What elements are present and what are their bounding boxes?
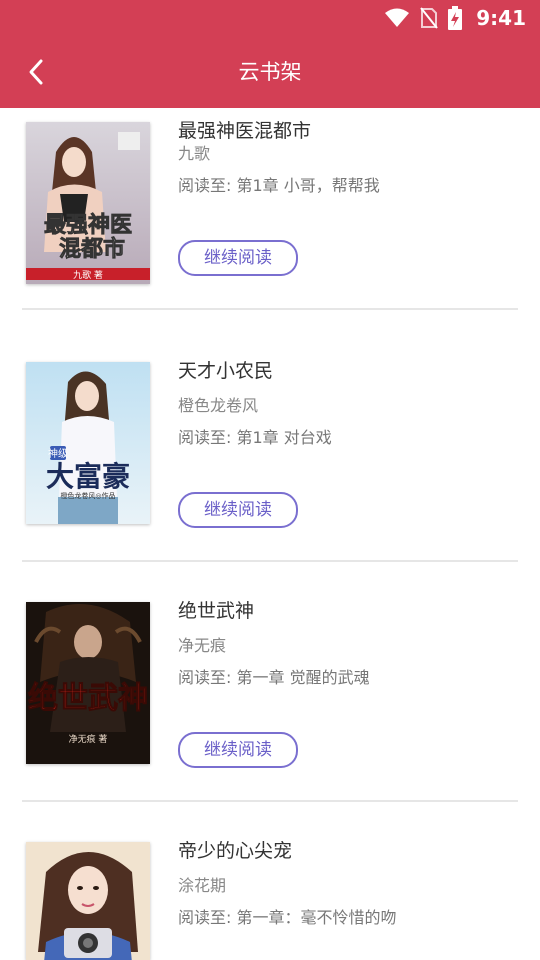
book-item[interactable]: 绝世武神 净无痕 著 绝世武神 净无痕 阅读至: 第一章 觉醒的武魂 继续阅读 bbox=[0, 468, 540, 802]
reading-progress: 阅读至: 第1章 小哥，帮帮我 bbox=[178, 176, 380, 195]
book-title[interactable]: 帝少的心尖宠 bbox=[178, 838, 292, 864]
no-sim-icon bbox=[420, 7, 439, 29]
book-author: 橙色龙卷风 bbox=[178, 396, 259, 415]
book-author: 净无痕 bbox=[178, 636, 227, 655]
book-item[interactable]: 神级 大富豪 橙色龙卷风◎作品 天才小农民 橙色龙卷风 阅读至: 第1章 对台戏… bbox=[0, 228, 540, 562]
reading-progress: 阅读至: 第一章：毫不怜惜的吻 bbox=[178, 908, 397, 927]
battery-charging-icon bbox=[448, 6, 463, 30]
book-author: 九歌 bbox=[178, 144, 211, 163]
status-time: 9:41 bbox=[476, 6, 526, 30]
reading-progress: 阅读至: 第一章 觉醒的武魂 bbox=[178, 668, 370, 687]
book-title[interactable]: 最强神医混都市 bbox=[178, 118, 311, 144]
status-bar: 9:41 bbox=[384, 4, 526, 32]
cover-image bbox=[26, 842, 150, 960]
cover-badge: 神级 bbox=[48, 447, 68, 460]
book-title[interactable]: 绝世武神 bbox=[178, 598, 254, 624]
page-title: 云书架 bbox=[238, 60, 302, 84]
book-item[interactable]: 帝少的心尖宠 涂花期 阅读至: 第一章：毫不怜惜的吻 bbox=[0, 708, 540, 960]
book-cover[interactable] bbox=[26, 842, 150, 960]
book-title[interactable]: 天才小农民 bbox=[178, 358, 273, 384]
reading-progress: 阅读至: 第1章 对台戏 bbox=[178, 428, 332, 447]
book-author: 涂花期 bbox=[178, 876, 227, 895]
wifi-icon bbox=[385, 8, 410, 27]
app-header: 9:41 云书架 bbox=[0, 0, 540, 108]
